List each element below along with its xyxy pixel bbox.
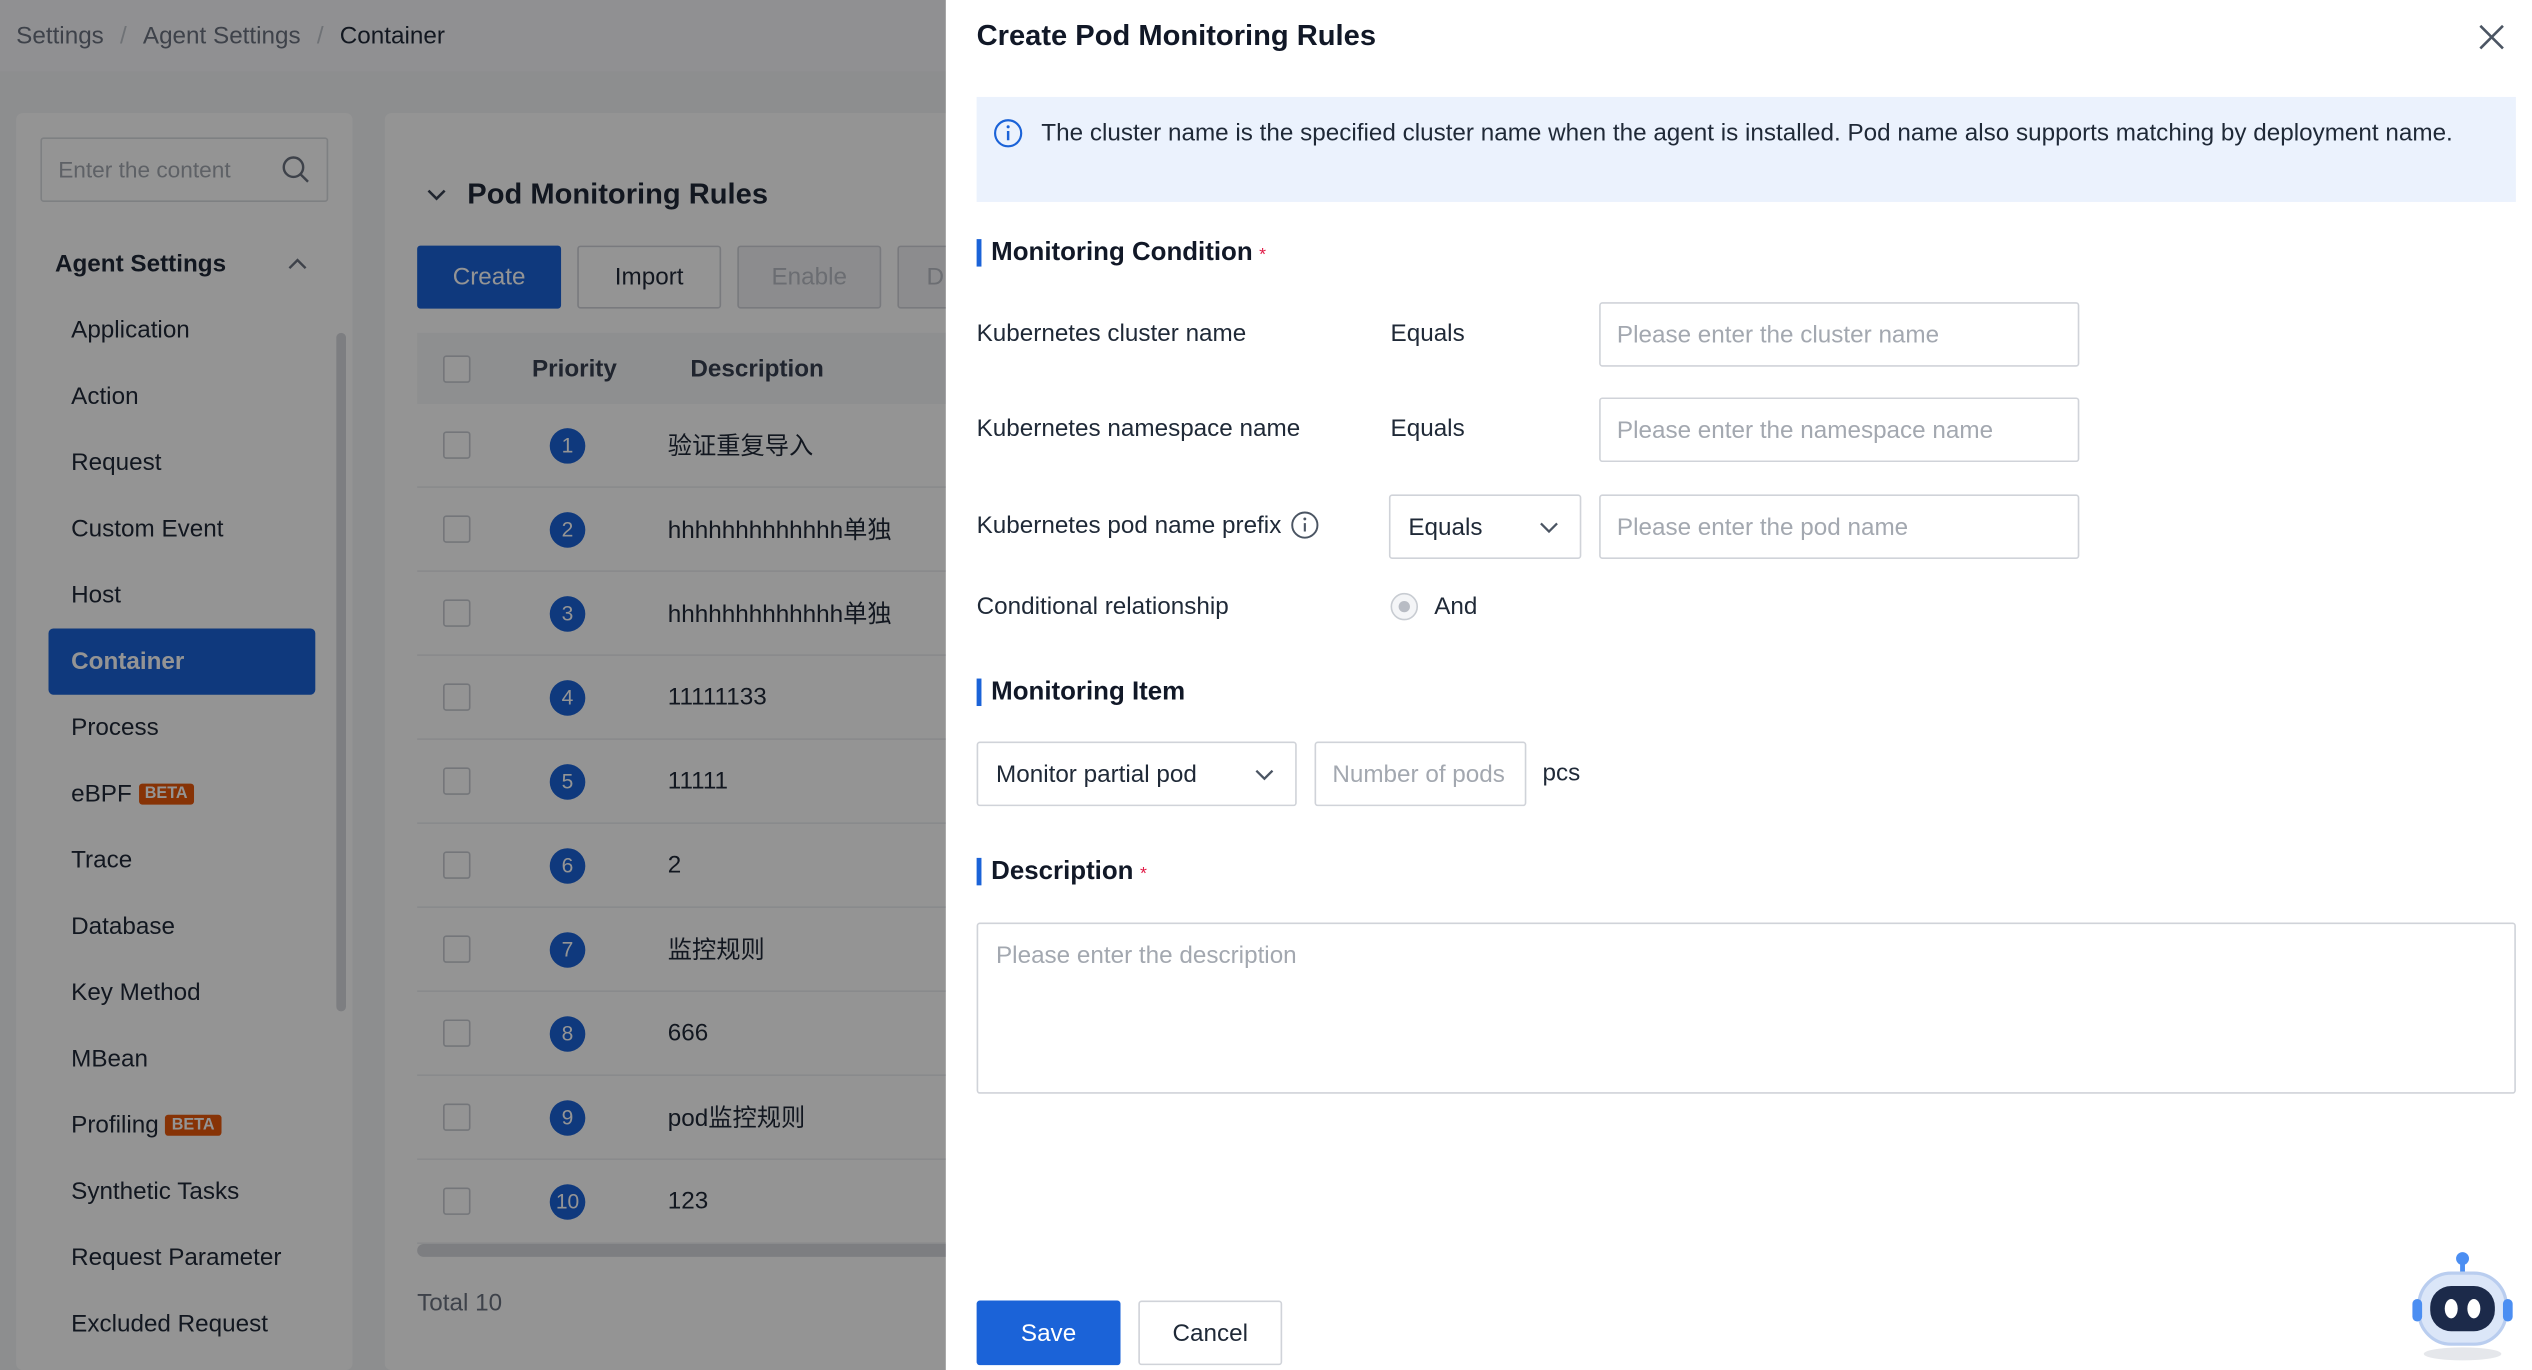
description-title: Description * [976,857,1147,886]
pod-name-input[interactable]: Please enter the pod name [1599,494,2080,559]
pod-count-unit: pcs [1542,759,1581,787]
namespace-name-label: Kubernetes namespace name [976,415,1301,443]
pod-name-label: Kubernetes pod name prefix [977,511,1321,540]
condition-title-text: Monitoring Condition [991,239,1253,267]
monitor-mode-select[interactable]: Monitor partial pod [976,741,1297,807]
chevron-down-icon [1255,769,1274,780]
radio-button[interactable] [1390,592,1419,621]
assistant-robot-icon[interactable] [2409,1250,2516,1363]
required-mark: * [1139,864,1147,884]
cluster-placeholder: Please enter the cluster name [1616,320,1940,349]
chevron-down-icon [1540,521,1558,533]
info-icon[interactable] [1291,511,1320,540]
info-banner: The cluster name is the specified cluste… [976,96,2516,202]
modal-overlay[interactable] [0,0,946,1370]
description-textarea[interactable]: Please enter the description [976,922,2516,1094]
info-icon [994,119,1023,148]
cancel-button[interactable]: Cancel [1138,1300,1283,1366]
pod-operator-value: Equals [1408,512,1483,541]
namespace-name-input[interactable]: Please enter the namespace name [1599,397,2080,463]
monitor-mode-value: Monitor partial pod [996,760,1197,788]
monitoring-item-title: Monitoring Item [976,678,1185,707]
pod-count-input[interactable]: Number of pods [1314,741,1527,807]
pod-count-placeholder: Number of pods [1332,760,1505,788]
info-text: The cluster name is the specified cluste… [1041,119,2453,148]
cluster-operator: Equals [1390,319,1465,348]
relationship-and-radio[interactable]: And [1390,592,1478,621]
description-placeholder: Please enter the description [996,941,1297,970]
required-mark: * [1259,245,1267,265]
create-rule-drawer: Create Pod Monitoring Rules The cluster … [945,0,2532,1370]
pod-placeholder: Please enter the pod name [1616,512,1909,541]
cluster-name-input[interactable]: Please enter the cluster name [1599,302,2080,367]
save-button[interactable]: Save [976,1300,1121,1366]
namespace-placeholder: Please enter the namespace name [1616,416,1994,444]
namespace-operator: Equals [1390,415,1465,443]
relationship-value: And [1434,592,1478,621]
monitoring-condition-title: Monitoring Condition * [976,239,1267,267]
description-title-text: Description [991,857,1134,886]
relationship-label: Conditional relationship [976,592,1229,621]
cluster-name-label: Kubernetes cluster name [976,319,1247,348]
pod-label-text: Kubernetes pod name prefix [976,511,1282,539]
close-icon[interactable] [2474,19,2510,55]
drawer-title: Create Pod Monitoring Rules [976,19,1377,52]
pod-operator-select[interactable]: Equals [1388,494,1582,559]
